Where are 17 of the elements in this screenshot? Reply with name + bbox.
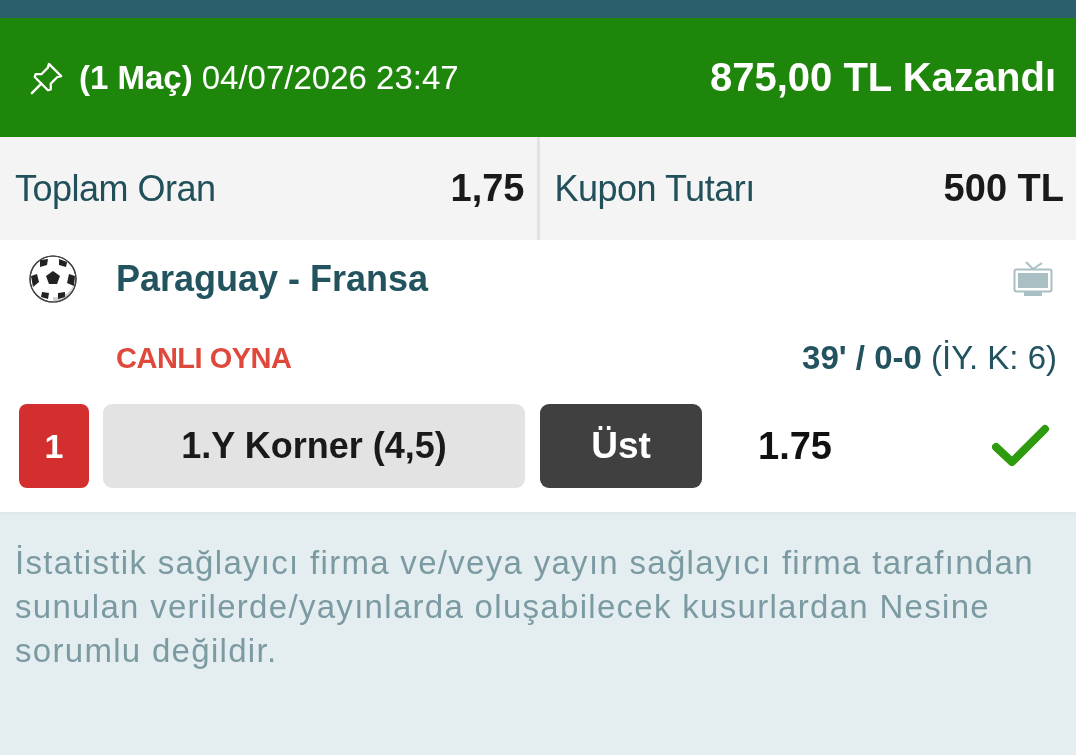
summary-value: 1,75: [450, 167, 525, 210]
summary-label: Toplam Oran: [15, 167, 216, 210]
pick-label: Üst: [540, 404, 702, 488]
live-play-link[interactable]: CANLI OYNA: [116, 341, 292, 375]
match-teams[interactable]: Paraguay - Fransa: [116, 258, 1013, 300]
odds-value: 1.75: [758, 424, 833, 468]
disclaimer-text: İstatistik sağlayıcı firma ve/veya yayın sağlayıcı firma tarafından sunulan verilerde/yayınlarda oluşabilecek kusurlardan Nesine sorumlu değildir.: [15, 543, 1035, 671]
selection-number: 1: [19, 404, 89, 488]
win-amount: 875,00 TL Kazandı: [709, 55, 1056, 100]
soccer-ball-icon: [28, 254, 78, 304]
market-name: 1.Y Korner (4,5): [103, 404, 525, 488]
match-count: (1 Maç): [79, 58, 193, 97]
live-score: 39' / 0-0 (İY. K: 6): [802, 339, 1057, 377]
coupon-date: 04/07/2026 23:47: [201, 58, 459, 97]
pin-icon[interactable]: [30, 60, 64, 95]
summary-value: 500 TL: [943, 167, 1064, 210]
summary-label: Kupon Tutarı: [554, 167, 755, 210]
